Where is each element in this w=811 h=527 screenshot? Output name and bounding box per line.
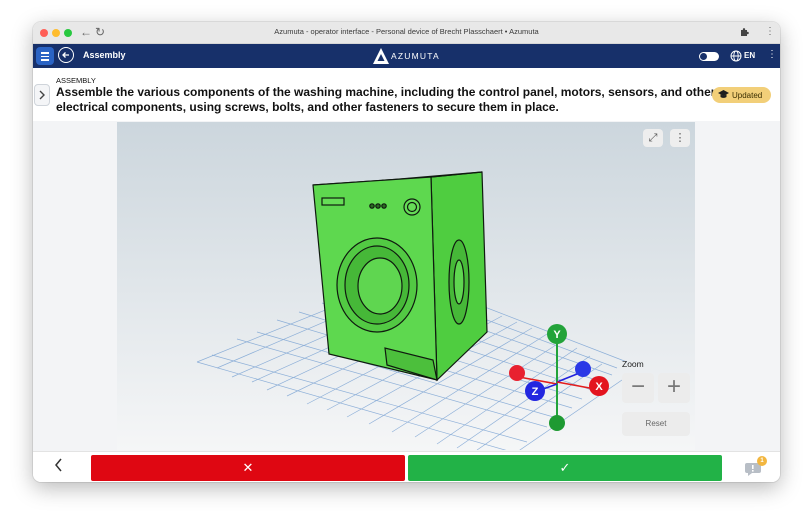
- brand-name: AZUMUTA: [391, 51, 440, 61]
- language-selector[interactable]: EN: [744, 51, 755, 60]
- accept-button[interactable]: ✓: [408, 455, 722, 481]
- azumuta-logo-icon: [373, 48, 389, 64]
- expand-step-button[interactable]: [34, 84, 50, 106]
- chevron-right-icon: [39, 90, 45, 100]
- zoom-in-button[interactable]: +: [658, 373, 690, 403]
- reset-view-button[interactable]: Reset: [622, 412, 690, 436]
- x-axis-label: X: [595, 381, 603, 393]
- 3d-viewer[interactable]: Y X Z ⤢ ⋮ Zoom − + Reset: [33, 121, 780, 451]
- 3d-scene[interactable]: Y X Z: [117, 122, 695, 450]
- step-category: ASSEMBLY: [56, 76, 96, 85]
- module-title: Assembly: [83, 50, 126, 60]
- app-menu-icon[interactable]: ⋮: [767, 50, 777, 60]
- step-instruction: Assemble the various components of the w…: [56, 85, 716, 114]
- zoom-label: Zoom: [622, 359, 644, 369]
- viewer-menu-button[interactable]: ⋮: [670, 129, 690, 147]
- back-button[interactable]: [58, 47, 74, 63]
- browser-titlebar: ← ↻ Azumuta - operator interface - Perso…: [33, 22, 780, 44]
- extension-puzzle-icon[interactable]: [739, 27, 750, 38]
- updated-badge: Updated: [712, 87, 771, 103]
- z-axis-label: Z: [532, 386, 539, 398]
- graduation-cap-icon: [718, 90, 729, 101]
- washing-machine-model[interactable]: [312, 171, 488, 382]
- reject-button[interactable]: ✕: [91, 455, 405, 481]
- chevron-left-icon: [55, 458, 62, 472]
- browser-window: ← ↻ Azumuta - operator interface - Perso…: [33, 22, 780, 482]
- menu-icon[interactable]: [36, 47, 54, 65]
- action-bar: ✕ ✓ 1: [33, 451, 780, 482]
- previous-step-button[interactable]: [53, 456, 65, 479]
- app-header: Assembly AZUMUTA EN ⋮: [33, 44, 780, 68]
- mode-toggle[interactable]: [699, 52, 719, 61]
- fullscreen-button[interactable]: ⤢: [643, 129, 663, 147]
- y-axis-label: Y: [553, 329, 561, 341]
- notification-badge: 1: [757, 456, 767, 466]
- browser-menu-icon[interactable]: ⋮: [765, 25, 775, 39]
- globe-icon[interactable]: [730, 50, 742, 62]
- zoom-out-button[interactable]: −: [622, 373, 654, 403]
- arrow-left-icon: [62, 52, 69, 58]
- window-title: Azumuta - operator interface - Personal …: [274, 27, 539, 36]
